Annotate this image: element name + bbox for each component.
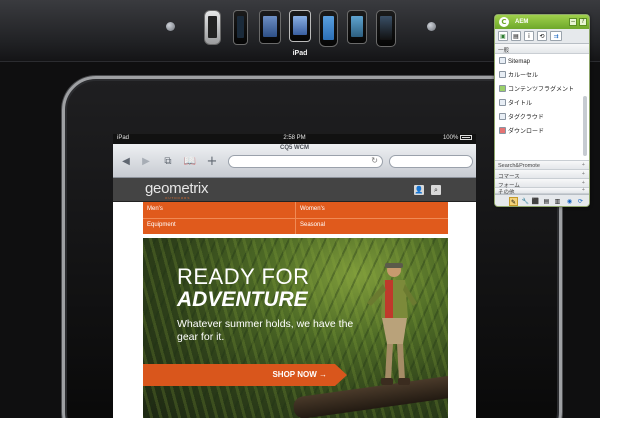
title-icon bbox=[499, 99, 506, 106]
expand-icon[interactable]: + bbox=[582, 171, 585, 177]
device-phone-dark[interactable] bbox=[233, 10, 248, 45]
reload-page-icon[interactable]: ⟳ bbox=[576, 197, 585, 206]
device-ipad-selected[interactable] bbox=[289, 10, 311, 42]
back-arrow-icon[interactable]: ◀ bbox=[119, 156, 133, 168]
add-icon[interactable]: + bbox=[205, 155, 219, 168]
section-commerce[interactable]: コマース + bbox=[495, 170, 589, 180]
carousel-next-button[interactable] bbox=[427, 22, 436, 31]
ipad-screen: iPad 2:58 PM 100% CQ5 WCM ◀ ▶ ⧉ 📖 + ↻ ge… bbox=[113, 134, 476, 418]
nav-seasonal[interactable]: Seasonal bbox=[296, 218, 448, 234]
device-tablet[interactable] bbox=[259, 10, 281, 44]
sitemap-icon bbox=[499, 57, 506, 64]
battery-icon bbox=[460, 135, 472, 140]
component-item[interactable]: カルーセル bbox=[499, 70, 581, 82]
component-label: コンテンツフラグメント bbox=[508, 87, 575, 93]
sidekick-title: AEM bbox=[515, 19, 529, 25]
aem-sidekick-panel[interactable]: AEM C − ? ▣ ▤ i ⟲ ⇉ 一般 Sitemap カルーセル コンテ… bbox=[494, 14, 590, 207]
tab-components-icon[interactable]: ▣ bbox=[498, 31, 508, 41]
component-label: カルーセル bbox=[508, 73, 539, 79]
brand-logo[interactable]: geometrix bbox=[145, 180, 208, 197]
sidekick-tabs: ▣ ▤ i ⟲ ⇉ bbox=[495, 29, 589, 44]
device-phone-grid[interactable] bbox=[347, 10, 367, 44]
selected-device-label: iPad bbox=[292, 50, 308, 57]
component-label: Sitemap bbox=[508, 59, 531, 65]
tab-versioning-icon[interactable]: ⟲ bbox=[537, 31, 547, 41]
tabs-icon[interactable]: ⧉ bbox=[161, 156, 175, 168]
hero-banner: READY FOR ADVENTURE Whatever summer hold… bbox=[143, 238, 448, 418]
site-navigation: Men's Women's Equipment Seasonal bbox=[143, 202, 448, 234]
nav-mens[interactable]: Men's bbox=[143, 202, 295, 218]
component-label: タイトル bbox=[508, 101, 533, 107]
reload-icon[interactable]: ↻ bbox=[371, 156, 378, 165]
ios-status-bar: iPad 2:58 PM 100% bbox=[113, 134, 476, 144]
tab-info-icon[interactable]: i bbox=[524, 31, 534, 41]
hero-tagline: Whatever summer holds, we have the gear … bbox=[177, 318, 354, 343]
brand-subtitle: OUTDOORS bbox=[165, 196, 191, 200]
tagcloud-icon bbox=[499, 113, 506, 120]
carousel-prev-button[interactable] bbox=[166, 22, 175, 31]
account-icon[interactable]: 👤 bbox=[414, 185, 424, 195]
device-iphone[interactable] bbox=[319, 10, 338, 47]
download-icon bbox=[499, 127, 506, 134]
edit-mode-icon[interactable]: ✎ bbox=[509, 197, 518, 206]
device-android-phone[interactable] bbox=[204, 10, 221, 45]
hero-headline-2: ADVENTURE bbox=[177, 288, 308, 311]
nav-womens[interactable]: Women's bbox=[296, 202, 448, 218]
component-item[interactable]: コンテンツフラグメント bbox=[499, 84, 581, 96]
hiker-image bbox=[367, 263, 417, 385]
component-item[interactable]: タイトル bbox=[499, 98, 581, 110]
battery-indicator: 100% bbox=[443, 135, 472, 141]
forward-arrow-icon[interactable]: ▶ bbox=[139, 156, 153, 168]
component-label: ダウンロード bbox=[508, 129, 545, 135]
bookmarks-icon[interactable]: 📖 bbox=[183, 156, 197, 168]
help-icon[interactable]: ? bbox=[579, 18, 587, 26]
component-item[interactable]: Sitemap bbox=[499, 56, 581, 68]
section-search-promote[interactable]: Search&Promote + bbox=[495, 161, 589, 170]
component-label: タグクラウド bbox=[508, 115, 544, 121]
component-item[interactable]: タグクラウド bbox=[499, 112, 581, 124]
component-item[interactable]: ダウンロード bbox=[499, 126, 581, 138]
design-mode-icon[interactable]: 🔧 bbox=[521, 197, 530, 206]
scaffolding-icon[interactable]: ▤ bbox=[542, 197, 551, 206]
websites-icon[interactable]: ◉ bbox=[565, 197, 574, 206]
aem-logo-icon: C bbox=[499, 17, 509, 27]
section-forms[interactable]: フォーム + bbox=[495, 179, 589, 189]
search-field[interactable] bbox=[389, 155, 473, 168]
battery-percent: 100% bbox=[442, 135, 459, 141]
tab-page-icon[interactable]: ▤ bbox=[511, 31, 521, 41]
hero-headline-1: READY FOR bbox=[177, 264, 310, 289]
address-bar[interactable]: ↻ bbox=[228, 155, 383, 168]
component-list-scrollbar[interactable] bbox=[583, 96, 587, 156]
expand-icon[interactable]: + bbox=[582, 162, 585, 168]
tab-workflow-icon[interactable]: ⇉ bbox=[550, 31, 562, 41]
shop-now-button[interactable]: SHOP NOW → bbox=[143, 364, 347, 386]
section-label: Search&Promote bbox=[498, 163, 540, 169]
device-blackberry[interactable] bbox=[376, 10, 396, 47]
status-time: 2:58 PM bbox=[283, 135, 306, 141]
carousel-icon bbox=[499, 71, 506, 78]
client-context-icon[interactable]: ▥ bbox=[553, 197, 562, 206]
fragment-icon bbox=[499, 85, 506, 92]
expand-icon[interactable]: + bbox=[582, 187, 585, 193]
search-icon[interactable]: ⌕ bbox=[431, 185, 441, 195]
section-general-header[interactable]: 一般 bbox=[495, 44, 589, 54]
preview-mode-icon[interactable]: ⬛ bbox=[531, 197, 540, 206]
emulator-stage: iPad iPad 2:58 PM 100% CQ5 WCM ◀ ▶ ⧉ 📖 +… bbox=[0, 0, 600, 418]
nav-equipment[interactable]: Equipment bbox=[143, 218, 295, 234]
expand-icon[interactable]: + bbox=[582, 180, 585, 186]
minimize-icon[interactable]: − bbox=[569, 18, 577, 26]
site-header: geometrix OUTDOORS 👤 ⌕ bbox=[113, 178, 476, 202]
sidekick-toolbar: ✎ 🔧 ⬛ ▤ ▥ ◉ ⟳ bbox=[495, 194, 589, 206]
safari-toolbar: CQ5 WCM ◀ ▶ ⧉ 📖 + ↻ bbox=[113, 144, 476, 178]
page-title: CQ5 WCM bbox=[280, 145, 309, 151]
component-list: Sitemap カルーセル コンテンツフラグメント タイトル タグクラウド ダウ… bbox=[495, 54, 589, 161]
